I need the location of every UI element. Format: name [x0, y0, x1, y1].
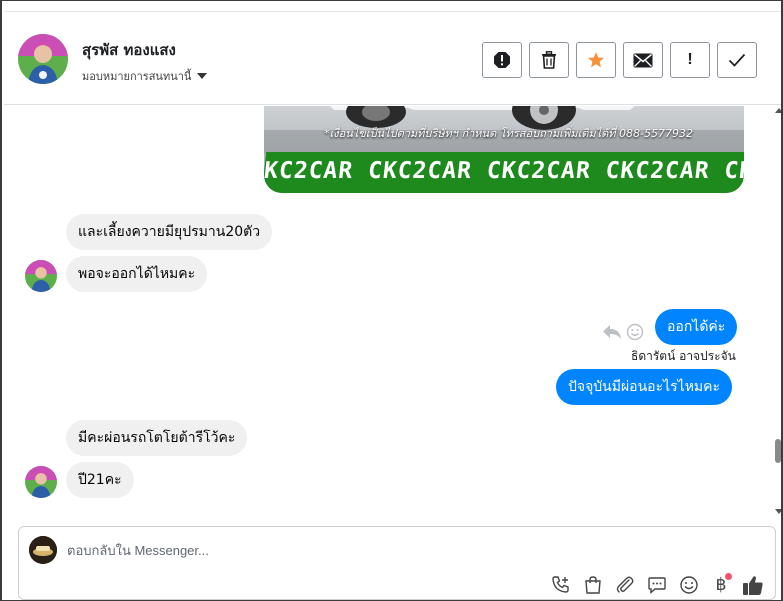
message-bubble-outgoing[interactable]: ออกได้ค่ะ	[655, 309, 738, 345]
message-bubble-incoming[interactable]: ปี21คะ	[66, 462, 134, 498]
like-button[interactable]	[741, 573, 765, 597]
trash-icon	[542, 51, 556, 69]
reply-composer: ฿	[18, 526, 776, 600]
scroll-thumb[interactable]	[775, 439, 781, 463]
contact-name: สุรพัส ทองแสง	[82, 41, 176, 59]
reply-icon[interactable]	[602, 323, 622, 341]
messenger-conversation-window: สุรพัส ทองแสง มอบหมายการสนทนานี้ ! *เงื่…	[0, 0, 783, 601]
header-actions: !	[482, 42, 757, 78]
delete-button[interactable]	[529, 42, 569, 78]
call-button[interactable]	[549, 573, 573, 597]
notification-dot	[725, 573, 732, 580]
paperclip-icon	[616, 576, 634, 593]
assign-conversation-dropdown[interactable]: มอบหมายการสนทนานี้	[82, 67, 208, 85]
mail-icon	[633, 53, 653, 67]
scroll-down-arrow-icon[interactable]	[775, 509, 781, 514]
composer-toolbar: ฿	[549, 573, 765, 597]
emoji-button[interactable]	[677, 573, 701, 597]
message-bubble-incoming[interactable]: และเลี้ยงควายมียุปรมาน20ตัว	[66, 214, 273, 250]
image-caption: *เงื่อนไขเป็นไปตามที่บริษัทฯ กำหนด โทรสอ…	[324, 127, 693, 140]
spam-icon	[494, 52, 510, 68]
thumbs-up-icon	[743, 576, 763, 595]
image-banner: KC2CAR CKC2CAR CKC2CAR CKC2CAR CKC2	[264, 152, 744, 193]
mark-spam-button[interactable]	[482, 42, 522, 78]
check-icon	[728, 53, 746, 67]
mark-unread-button[interactable]	[623, 42, 663, 78]
contact-avatar[interactable]	[18, 34, 68, 84]
contact-avatar-small[interactable]	[25, 466, 57, 498]
message-bubble-incoming[interactable]: พอจะออกได้ไหมคะ	[66, 256, 208, 292]
exclamation-icon: !	[687, 51, 693, 68]
follow-up-button[interactable]: !	[670, 42, 710, 78]
caret-down-icon	[197, 73, 208, 79]
assign-conversation-label: มอบหมายการสนทนานี้	[82, 70, 192, 83]
message-thread[interactable]: *เงื่อนไขเป็นไปตามที่บริษัทฯ กำหนด โทรสอ…	[4, 106, 772, 516]
conversation-header: สุรพัส ทองแสง มอบหมายการสนทนานี้ !	[4, 11, 781, 105]
shopping-bag-icon	[585, 576, 601, 594]
attach-button[interactable]	[613, 573, 637, 597]
image-attachment[interactable]: *เงื่อนไขเป็นไปตามที่บริษัทฯ กำหนด โทรสอ…	[264, 106, 744, 193]
star-button[interactable]	[576, 42, 616, 78]
shop-button[interactable]	[581, 573, 605, 597]
saved-replies-button[interactable]	[645, 573, 669, 597]
smiley-icon	[680, 576, 698, 594]
mark-done-button[interactable]	[717, 42, 757, 78]
page-avatar	[29, 536, 57, 564]
message-bubble-outgoing[interactable]: ปัจจุบันมีผ่อนอะไรไหมคะ	[556, 369, 733, 405]
contact-avatar-small[interactable]	[25, 260, 57, 292]
react-emoji-icon[interactable]	[626, 323, 644, 341]
reply-input[interactable]	[67, 537, 667, 563]
star-icon	[588, 52, 604, 68]
message-bubble-incoming[interactable]: มีคะผ่อนรถโตโยต้ารีโว้คะ	[66, 420, 248, 456]
scroll-up-arrow-icon[interactable]	[775, 108, 781, 113]
chat-bubble-icon	[648, 577, 666, 595]
phone-plus-icon	[552, 576, 569, 593]
sender-name: ธิดารัตน์ อาจประจัน	[631, 349, 736, 363]
thread-scrollbar[interactable]	[773, 106, 781, 516]
payment-button[interactable]: ฿	[709, 573, 733, 597]
